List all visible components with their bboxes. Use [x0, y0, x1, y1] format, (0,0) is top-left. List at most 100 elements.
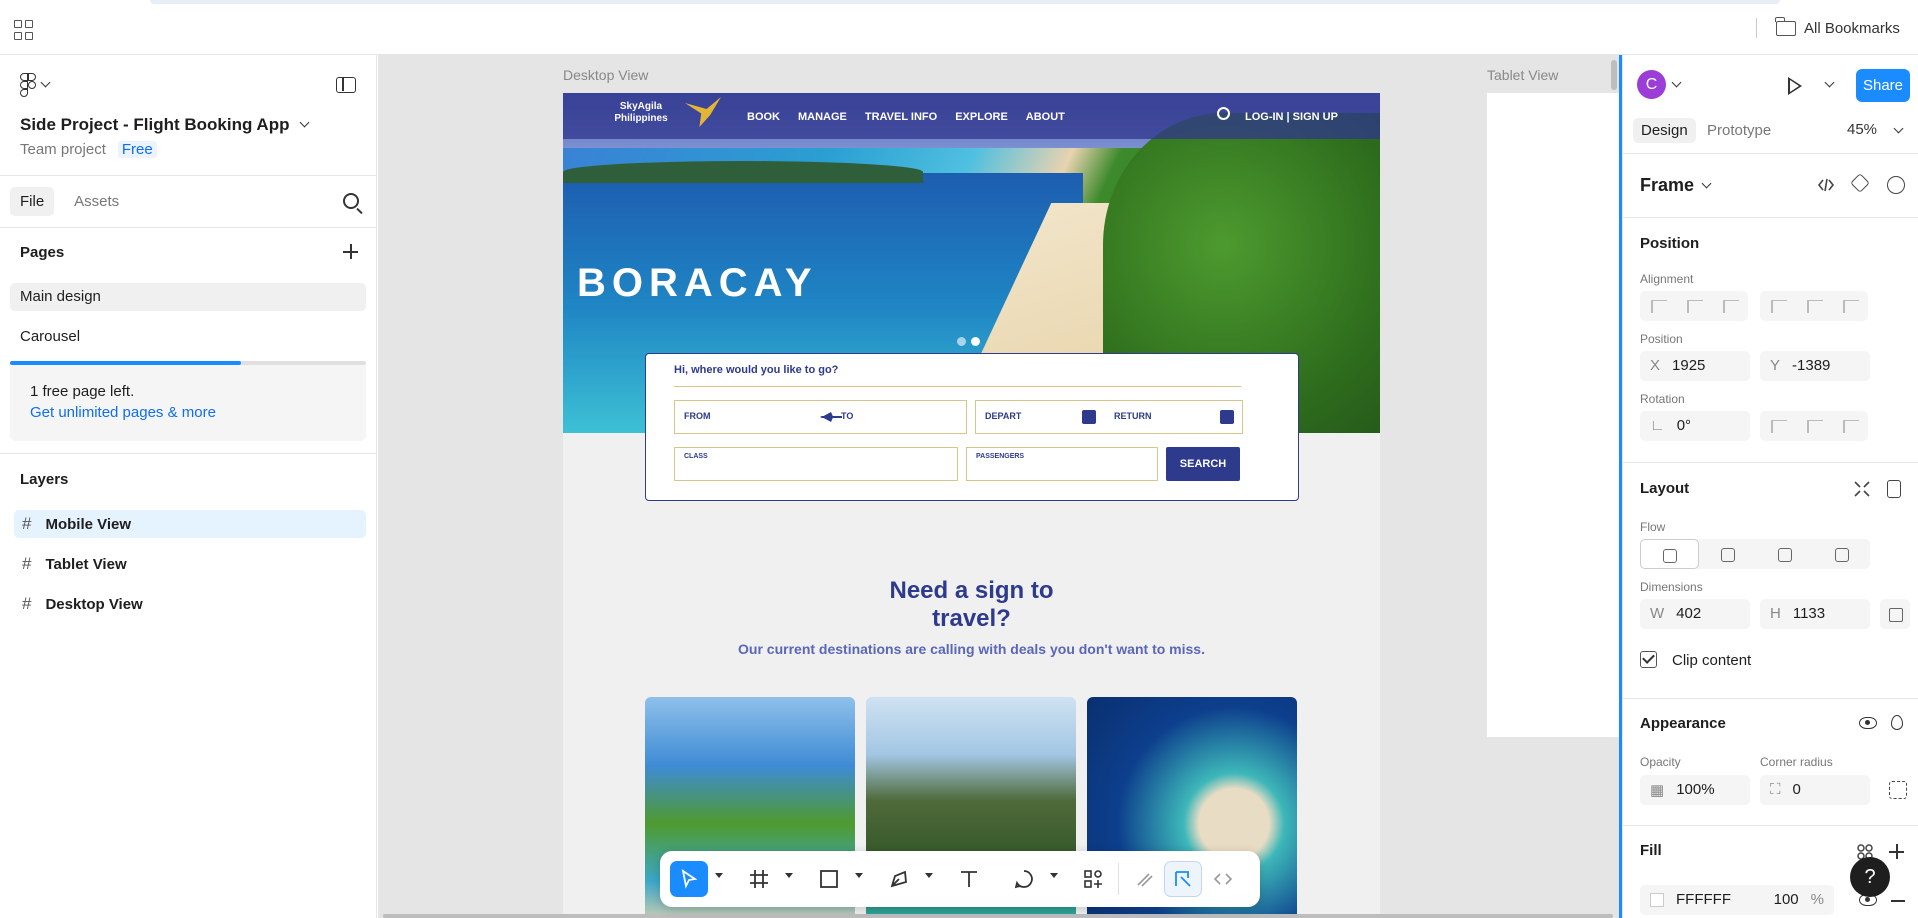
independent-corners-icon[interactable]: [1889, 781, 1907, 799]
collapse-icon[interactable]: [1853, 480, 1871, 498]
y-value: -1389: [1792, 357, 1831, 374]
draw-mode-button[interactable]: [1126, 861, 1164, 897]
opacity-input[interactable]: ▦ 100%: [1640, 775, 1750, 805]
booking-question: Hi, where would you like to go?: [674, 364, 839, 376]
present-play-icon[interactable]: [1788, 77, 1802, 95]
comment-tool-button[interactable]: [1005, 861, 1043, 897]
tab-design[interactable]: Design: [1633, 118, 1696, 143]
resize-to-fit-icon[interactable]: [1880, 599, 1910, 629]
y-position-input[interactable]: Y -1389: [1760, 351, 1870, 381]
hero-title: BORACAY: [577, 261, 818, 305]
upsell-box: 1 free page left. Get unlimited pages & …: [10, 365, 366, 441]
nav-link: EXPLORE: [955, 111, 1008, 123]
horizontal-align-group[interactable]: [1640, 291, 1748, 321]
shape-tool-button[interactable]: [810, 861, 848, 897]
tablet-view-frame[interactable]: [1487, 93, 1622, 737]
chevron-down-icon[interactable]: [1671, 77, 1682, 88]
height-input[interactable]: H 1133: [1760, 599, 1870, 629]
frame-type-dropdown[interactable]: Frame: [1640, 175, 1694, 196]
rotation-input[interactable]: ∟ 0°: [1640, 411, 1750, 441]
divider: [1756, 18, 1757, 38]
file-assets-tabs: File Assets: [10, 187, 129, 216]
chevron-down-icon[interactable]: [855, 873, 863, 878]
design-mode-icon: [1175, 871, 1191, 887]
zoom-level[interactable]: 45%: [1847, 121, 1877, 138]
site-brand: SkyAgila Philippines: [614, 101, 668, 124]
chevron-down-icon[interactable]: [785, 873, 793, 878]
corner-radius-input[interactable]: ⛶ 0: [1760, 775, 1870, 805]
layer-item-tablet-view[interactable]: # Tablet View: [14, 550, 366, 578]
opacity-value: 100%: [1676, 781, 1715, 798]
tab-assets[interactable]: Assets: [64, 187, 129, 216]
share-button[interactable]: Share: [1856, 69, 1910, 102]
nav-link: TRAVEL INFO: [864, 111, 938, 123]
auto-layout-icon[interactable]: [1887, 480, 1901, 498]
flow-selector[interactable]: [1640, 539, 1870, 569]
vertical-scrollbar[interactable]: [1611, 60, 1617, 90]
component-icon[interactable]: [1850, 173, 1870, 193]
x-key: X: [1650, 357, 1661, 374]
contrast-icon[interactable]: [1887, 176, 1905, 194]
visibility-eye-icon[interactable]: [1859, 717, 1877, 729]
tablet-frame-label[interactable]: Tablet View: [1487, 67, 1558, 83]
all-bookmarks-button[interactable]: All Bookmarks: [1775, 16, 1900, 38]
figma-logo-icon: [20, 73, 36, 97]
chevron-down-icon: [300, 117, 310, 127]
add-page-plus-icon[interactable]: [343, 244, 358, 259]
fill-color-input[interactable]: FFFFFF 100 %: [1640, 885, 1834, 915]
project-title[interactable]: Side Project - Flight Booking App: [20, 115, 310, 135]
apps-grid-icon[interactable]: [14, 20, 34, 40]
toggle-sidebar-icon[interactable]: [336, 77, 356, 93]
avatar[interactable]: C: [1637, 70, 1666, 99]
page-item-main-design[interactable]: Main design: [10, 283, 366, 311]
horizontal-scrollbar[interactable]: [383, 914, 1613, 918]
divider: [0, 227, 377, 228]
chevron-down-icon[interactable]: [925, 873, 933, 878]
page-item-carousel[interactable]: Carousel: [10, 323, 366, 351]
plan-badge[interactable]: Free: [117, 141, 157, 158]
chevron-down-icon[interactable]: [1824, 77, 1835, 88]
design-canvas[interactable]: Desktop View Tablet View SkyAgila Philip…: [378, 55, 1622, 918]
main-menu-button[interactable]: [20, 73, 51, 97]
from-label: FROM: [684, 411, 711, 421]
chevron-down-icon[interactable]: [1701, 178, 1712, 189]
upsell-link[interactable]: Get unlimited pages & more: [30, 404, 346, 421]
align-left-icon: [1640, 291, 1676, 321]
desktop-frame-label[interactable]: Desktop View: [563, 67, 648, 83]
code-icon[interactable]: [1817, 176, 1835, 194]
opacity-label: Opacity: [1640, 755, 1681, 769]
help-button[interactable]: ?: [1850, 857, 1890, 897]
vertical-align-group[interactable]: [1760, 291, 1868, 321]
plane-icon: [820, 412, 842, 422]
chevron-down-icon[interactable]: [1050, 873, 1058, 878]
add-fill-plus-icon[interactable]: [1889, 844, 1904, 859]
remove-fill-minus-icon[interactable]: [1891, 900, 1905, 902]
dev-mode-button[interactable]: [1204, 861, 1242, 897]
width-input[interactable]: W 402: [1640, 599, 1750, 629]
layer-item-desktop-view[interactable]: # Desktop View: [14, 590, 366, 618]
search-icon[interactable]: [343, 193, 359, 209]
fill-swatch[interactable]: [1650, 893, 1664, 907]
x-position-input[interactable]: X 1925: [1640, 351, 1750, 381]
chevron-down-icon[interactable]: [715, 873, 723, 878]
move-tool-button[interactable]: [670, 861, 708, 897]
blend-drop-icon[interactable]: [1891, 715, 1903, 730]
actions-tool-button[interactable]: [1074, 861, 1112, 897]
divider: [1623, 698, 1918, 699]
pages-heading: Pages: [20, 244, 65, 261]
pen-tool-button[interactable]: [880, 861, 918, 897]
tab-prototype[interactable]: Prototype: [1699, 118, 1779, 143]
position-heading: Position: [1640, 235, 1700, 252]
nav-link: BOOK: [747, 111, 780, 123]
design-mode-button[interactable]: [1164, 861, 1202, 897]
chevron-down-icon[interactable]: [1893, 123, 1904, 134]
transform-group[interactable]: [1760, 411, 1868, 441]
desktop-view-frame[interactable]: SkyAgila Philippines BOOK MANAGE TRAVEL …: [563, 93, 1380, 918]
frame-tool-button[interactable]: [740, 861, 778, 897]
divider: [1623, 153, 1918, 154]
promo-subtitle: Our current destinations are calling wit…: [738, 641, 1205, 657]
text-tool-button[interactable]: [950, 861, 988, 897]
tab-file[interactable]: File: [10, 187, 55, 216]
layer-item-mobile-view[interactable]: # Mobile View: [14, 510, 366, 538]
clip-content-checkbox[interactable]: [1640, 651, 1657, 668]
